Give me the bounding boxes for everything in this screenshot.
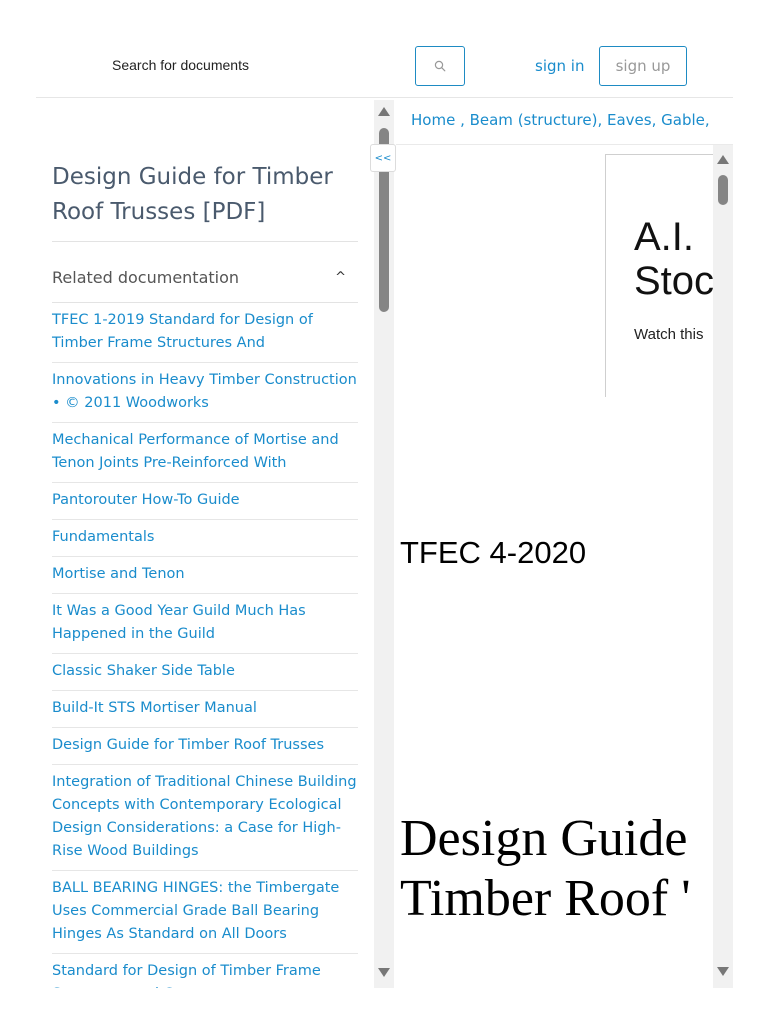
scroll-down-arrow-icon[interactable]: [378, 968, 390, 977]
document-title: Design Guide for Timber Roof Trusses [PD…: [52, 164, 333, 225]
document-heading-line: Design Guide: [400, 810, 688, 867]
search-label: Search for documents: [112, 57, 249, 73]
related-doc-link[interactable]: Innovations in Heavy Timber Construction…: [52, 369, 358, 415]
viewer-scroll-thumb[interactable]: [718, 175, 728, 205]
sign-in-link[interactable]: sign in: [535, 57, 584, 75]
ad-title-line: A.I.: [634, 215, 695, 259]
viewer-scrollbar[interactable]: [713, 145, 733, 988]
sidebar-scrollbar[interactable]: [374, 100, 394, 988]
list-item: Innovations in Heavy Timber Construction…: [52, 363, 358, 423]
breadcrumb[interactable]: Home , Beam (structure), Eaves, Gable,: [411, 111, 721, 129]
title-divider: [52, 241, 358, 242]
search-button[interactable]: [415, 46, 465, 86]
list-item: It Was a Good Year Guild Much Has Happen…: [52, 594, 358, 654]
document-heading: Design Guide Timber Roof ': [400, 809, 691, 929]
related-documentation-label: Related documentation: [52, 268, 240, 287]
related-doc-link[interactable]: BALL BEARING HINGES: the Timbergate Uses…: [52, 877, 358, 946]
scroll-up-arrow-icon[interactable]: [717, 155, 729, 164]
related-documents-list: TFEC 1-2019 Standard for Design of Timbe…: [52, 303, 358, 988]
document-heading-line: Timber Roof ': [400, 869, 691, 927]
ad-title-line: Stoc: [634, 259, 713, 303]
list-item: Classic Shaker Side Table: [52, 654, 358, 691]
ad-subtitle: Watch this: [634, 326, 704, 343]
related-doc-link[interactable]: Design Guide for Timber Roof Trusses: [52, 734, 358, 757]
list-item: Standard for Design of Timber Frame Stru…: [52, 954, 358, 988]
list-item: Mechanical Performance of Mortise and Te…: [52, 423, 358, 483]
sidebar: Design Guide for Timber Roof Trusses [PD…: [36, 98, 359, 988]
chevron-up-icon: ^: [335, 270, 346, 285]
search-icon: [434, 60, 446, 72]
list-item: Build-It STS Mortiser Manual: [52, 691, 358, 728]
related-doc-link[interactable]: Fundamentals: [52, 526, 358, 549]
related-doc-link[interactable]: Pantorouter How-To Guide: [52, 489, 358, 512]
list-item: Design Guide for Timber Roof Trusses: [52, 728, 358, 765]
sign-up-button[interactable]: sign up: [599, 46, 687, 86]
list-item: Pantorouter How-To Guide: [52, 483, 358, 520]
related-doc-link[interactable]: Build-It STS Mortiser Manual: [52, 697, 358, 720]
document-code: TFEC 4-2020: [400, 535, 587, 570]
advertisement[interactable]: A.I. Stoc Watch this: [605, 154, 713, 397]
related-documentation-toggle[interactable]: Related documentation ^: [52, 268, 358, 303]
list-item: TFEC 1-2019 Standard for Design of Timbe…: [52, 303, 358, 363]
related-doc-link[interactable]: It Was a Good Year Guild Much Has Happen…: [52, 600, 358, 646]
related-doc-link[interactable]: Classic Shaker Side Table: [52, 660, 358, 683]
scroll-down-arrow-icon[interactable]: [717, 967, 729, 976]
list-item: BALL BEARING HINGES: the Timbergate Uses…: [52, 871, 358, 954]
scroll-up-arrow-icon[interactable]: [378, 107, 390, 116]
related-doc-link[interactable]: Mechanical Performance of Mortise and Te…: [52, 429, 358, 475]
related-doc-link[interactable]: Integration of Traditional Chinese Build…: [52, 771, 358, 863]
document-viewer: A.I. Stoc Watch this TFEC 4-2020 Design …: [396, 145, 713, 988]
related-doc-link[interactable]: Mortise and Tenon: [52, 563, 358, 586]
list-item: Integration of Traditional Chinese Build…: [52, 765, 358, 871]
related-doc-link[interactable]: Standard for Design of Timber Frame Stru…: [52, 960, 358, 988]
list-item: Fundamentals: [52, 520, 358, 557]
list-item: Mortise and Tenon: [52, 557, 358, 594]
related-doc-link[interactable]: TFEC 1-2019 Standard for Design of Timbe…: [52, 309, 358, 355]
collapse-sidebar-button[interactable]: <<: [370, 144, 396, 172]
ad-title: A.I. Stoc: [634, 215, 713, 303]
